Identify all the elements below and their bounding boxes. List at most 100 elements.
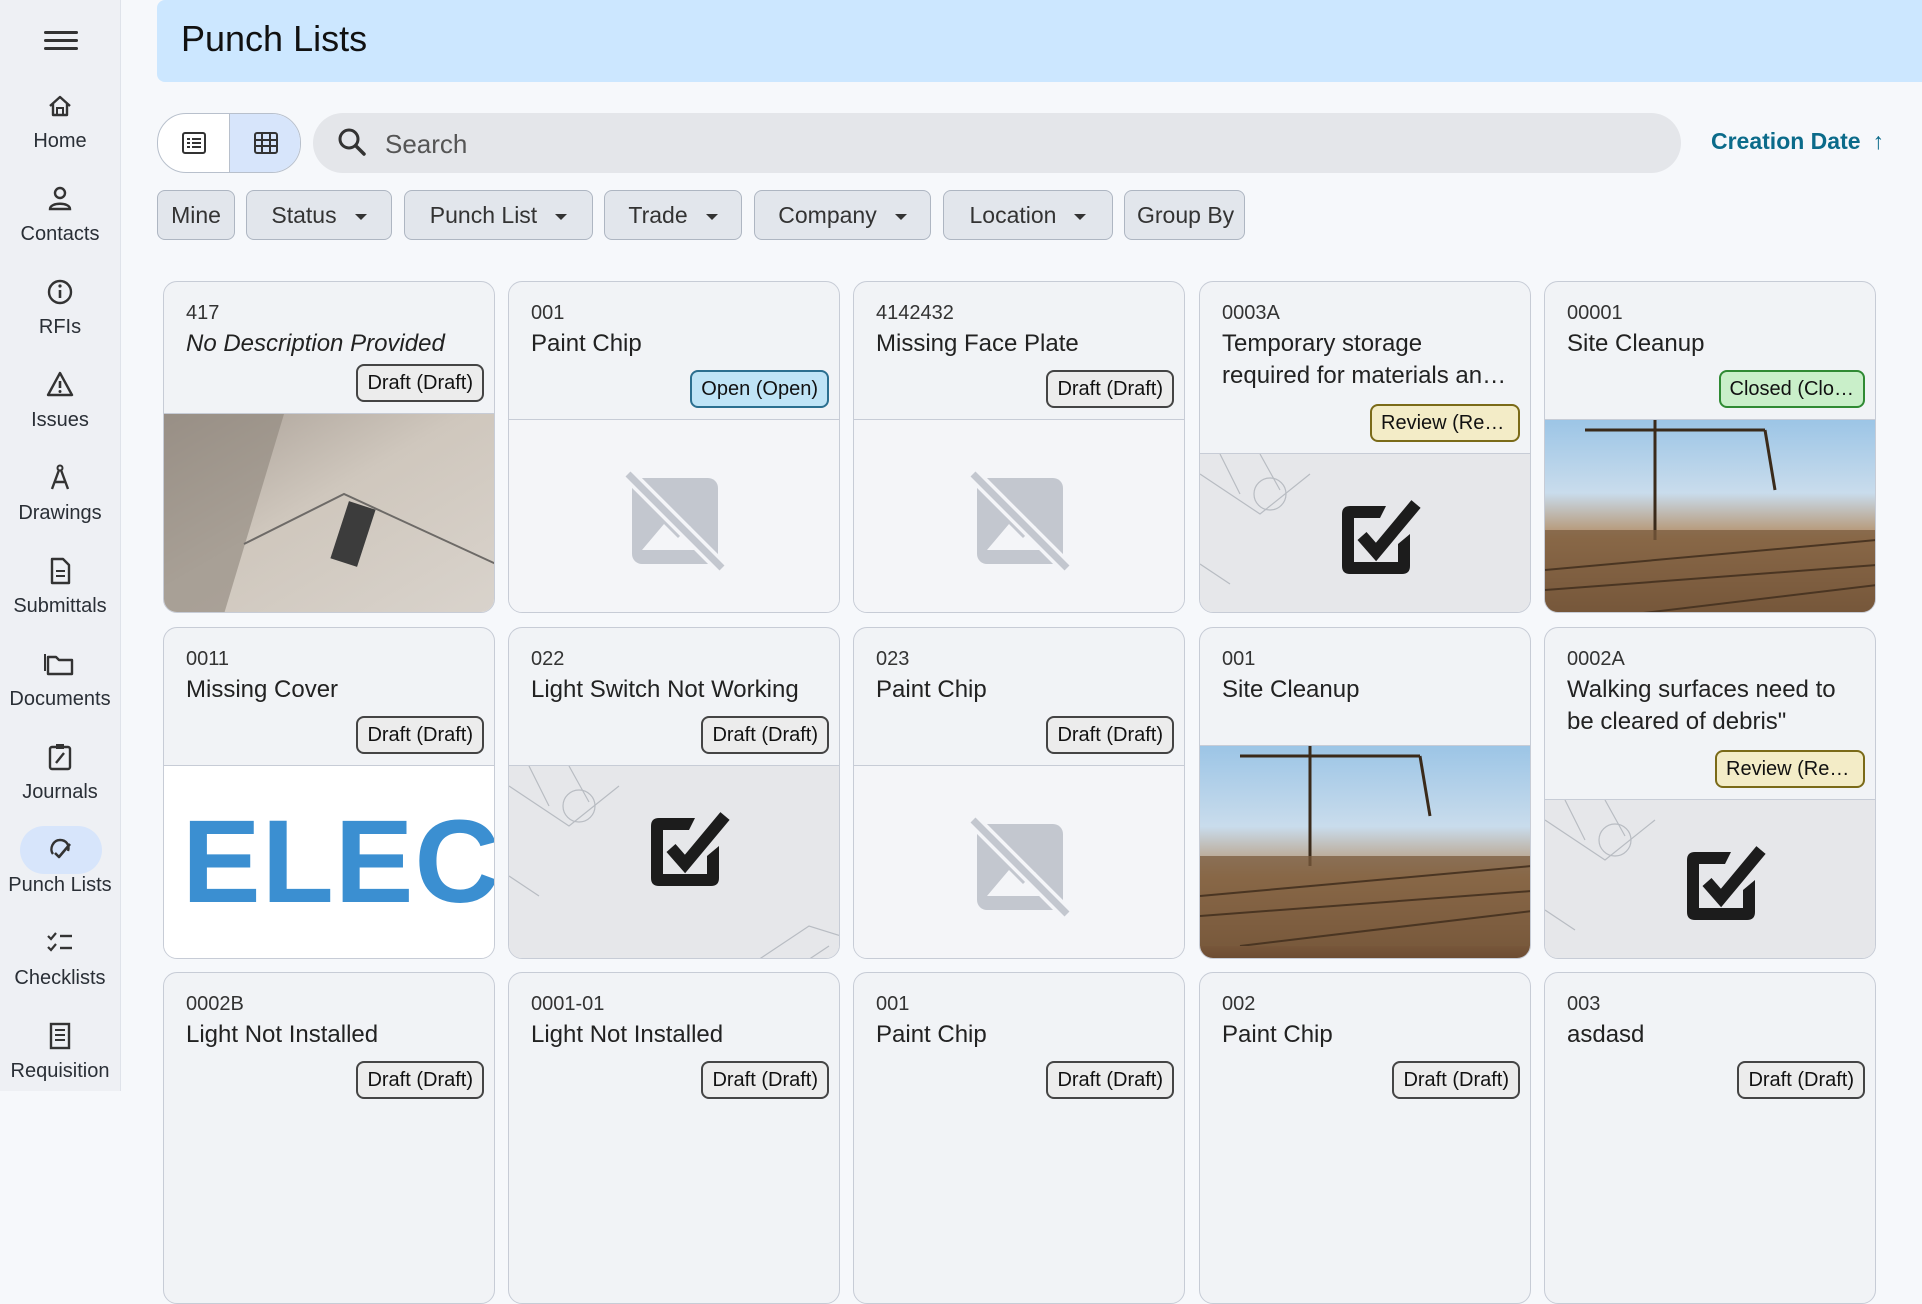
punch-item-card[interactable]: 001 Site Cleanup [1199,627,1531,959]
punch-item-thumbnail [1545,799,1875,958]
filter-chip-label: Group By [1137,202,1235,228]
nav-item-submittals[interactable]: Submittals [0,553,120,618]
punch-item-number: 0002B [186,993,244,1015]
punch-item-card[interactable]: 0002B Light Not Installed Draft (Draft) [163,972,495,1304]
nav-item-issues[interactable]: Issues [0,367,120,432]
punch-item-title: Paint Chip [531,330,642,357]
menu-icon[interactable] [44,26,78,54]
dropdown-caret-icon [705,213,718,220]
status-badge: Draft (Draft) [1046,716,1174,754]
punch-item-title: asdasd [1567,1021,1645,1048]
punch-item-card[interactable]: 002 Paint Chip Draft (Draft) [1199,972,1531,1304]
nav-item-home[interactable]: Home [0,88,120,153]
nav-item-drawings[interactable]: Drawings [0,460,120,525]
punch-item-title: Site Cleanup [1567,330,1705,357]
punch-item-card[interactable]: 001 Paint Chip Open (Open) [508,281,840,613]
list-view-button[interactable] [158,114,229,172]
nav-item-label: Contacts [20,223,100,245]
nav-item-requisition[interactable]: Requisition [0,1018,120,1083]
grid-view-button[interactable] [229,114,300,172]
nav-item-contacts[interactable]: Contacts [0,181,120,246]
filter-chip-company[interactable]: Company [754,190,931,240]
filter-chip-group-by[interactable]: Group By [1124,190,1245,240]
punch-item-card[interactable]: 003 asdasd Draft (Draft) [1544,972,1876,1304]
person-icon [48,186,72,211]
punch-item-title: Light Not Installed [531,1021,724,1048]
warning-icon [46,371,74,397]
nav-item-label: Submittals [13,595,107,617]
status-badge: Review (Rev… [1715,750,1865,788]
no-image-icon [623,469,727,573]
punch-item-card[interactable]: 0011 Missing Cover Draft (Draft) ELEC [163,627,495,959]
punch-item-card[interactable]: 023 Paint Chip Draft (Draft) [853,627,1185,959]
punch-item-card[interactable]: 0003A Temporary storage required for mate… [1199,281,1531,613]
punch-item-number: 022 [531,648,565,670]
document-icon [50,557,71,585]
receipt-icon [49,1022,71,1050]
punch-item-number: 00001 [1567,302,1623,324]
dropdown-caret-icon [894,213,907,220]
dropdown-caret-icon [555,213,568,220]
clipboard-edit-icon [48,744,72,771]
dropdown-caret-icon [1074,213,1087,220]
ceiling-photo [164,414,494,612]
search-input[interactable]: Search [385,129,467,160]
filter-chip-trade[interactable]: Trade [604,190,742,240]
construction-photo [1200,746,1530,946]
punch-item-card[interactable]: 00001 Site Cleanup Closed (Clo… [1544,281,1876,613]
nav-item-documents[interactable]: Documents [0,646,120,711]
elec-logo-text: ELEC [182,796,494,928]
status-badge: Open (Open) [690,370,829,408]
punch-item-title: Paint Chip [1222,1021,1333,1048]
nav-item-label: Punch Lists [8,874,112,896]
nav-item-checklists[interactable]: Checklists [0,925,120,990]
punch-item-number: 001 [531,302,565,324]
nav-item-punch-lists[interactable]: Punch Lists [0,832,120,897]
punch-item-thumbnail [164,413,494,612]
checklist-icon [47,932,72,952]
filter-chip-label: Mine [171,202,221,228]
punch-item-card[interactable]: 022 Light Switch Not Working Draft (Draft) [508,627,840,959]
filter-chip-status[interactable]: Status [246,190,392,240]
punch-item-number: 023 [876,648,910,670]
search-icon [338,128,366,156]
punch-item-card[interactable]: 4142432 Missing Face Plate Draft (Draft) [853,281,1185,613]
punch-item-title: Paint Chip [876,1021,987,1048]
nav-item-rfis[interactable]: RFIs [0,274,120,339]
checkbox-icon [1342,500,1421,574]
punch-item-card[interactable]: 001 Paint Chip Draft (Draft) [853,972,1185,1304]
punch-item-number: 0001-01 [531,993,605,1015]
punch-item-card[interactable]: 417 No Description Provided Draft (Draft) [163,281,495,613]
punch-item-thumbnail [509,765,839,958]
grid-view-icon [254,132,278,154]
dropdown-caret-icon [354,213,367,220]
search-field[interactable]: Search [313,113,1681,173]
filter-chip-punch-list[interactable]: Punch List [404,190,593,240]
status-badge: Draft (Draft) [356,364,484,402]
punch-item-number: 002 [1222,993,1256,1015]
no-image-icon [968,469,1072,573]
arrow-up-icon: ↑ [1872,128,1885,154]
page-header: Punch Lists [157,0,1922,82]
filter-chip-label: Company [778,202,877,228]
punch-item-title: No Description Provided [186,330,445,357]
filter-chip-label: Status [271,202,337,228]
punch-item-number: 417 [186,302,220,324]
status-badge: Draft (Draft) [1737,1061,1865,1099]
punch-item-number: 4142432 [876,302,954,324]
filter-chip-label: Trade [628,202,688,228]
punch-item-card[interactable]: 0002A Walking surfaces need to be cleared… [1544,627,1876,959]
punch-item-card[interactable]: 0001-01 Light Not Installed Draft (Draft) [508,972,840,1304]
filter-chip-mine[interactable]: Mine [157,190,235,240]
punch-item-title: Missing Face Plate [876,330,1079,357]
nav-item-journals[interactable]: Journals [0,739,120,804]
status-badge: Closed (Clo… [1718,370,1865,408]
list-view-icon [182,132,206,154]
filter-chip-location[interactable]: Location [943,190,1113,240]
nav-item-label: Issues [31,409,89,431]
nav-item-label: Checklists [14,967,106,989]
punch-item-thumbnail [854,419,1184,612]
filter-chip-label: Location [969,202,1057,228]
sort-button[interactable]: Creation Date ↑ [1711,128,1884,155]
sort-label: Creation Date [1711,128,1861,154]
